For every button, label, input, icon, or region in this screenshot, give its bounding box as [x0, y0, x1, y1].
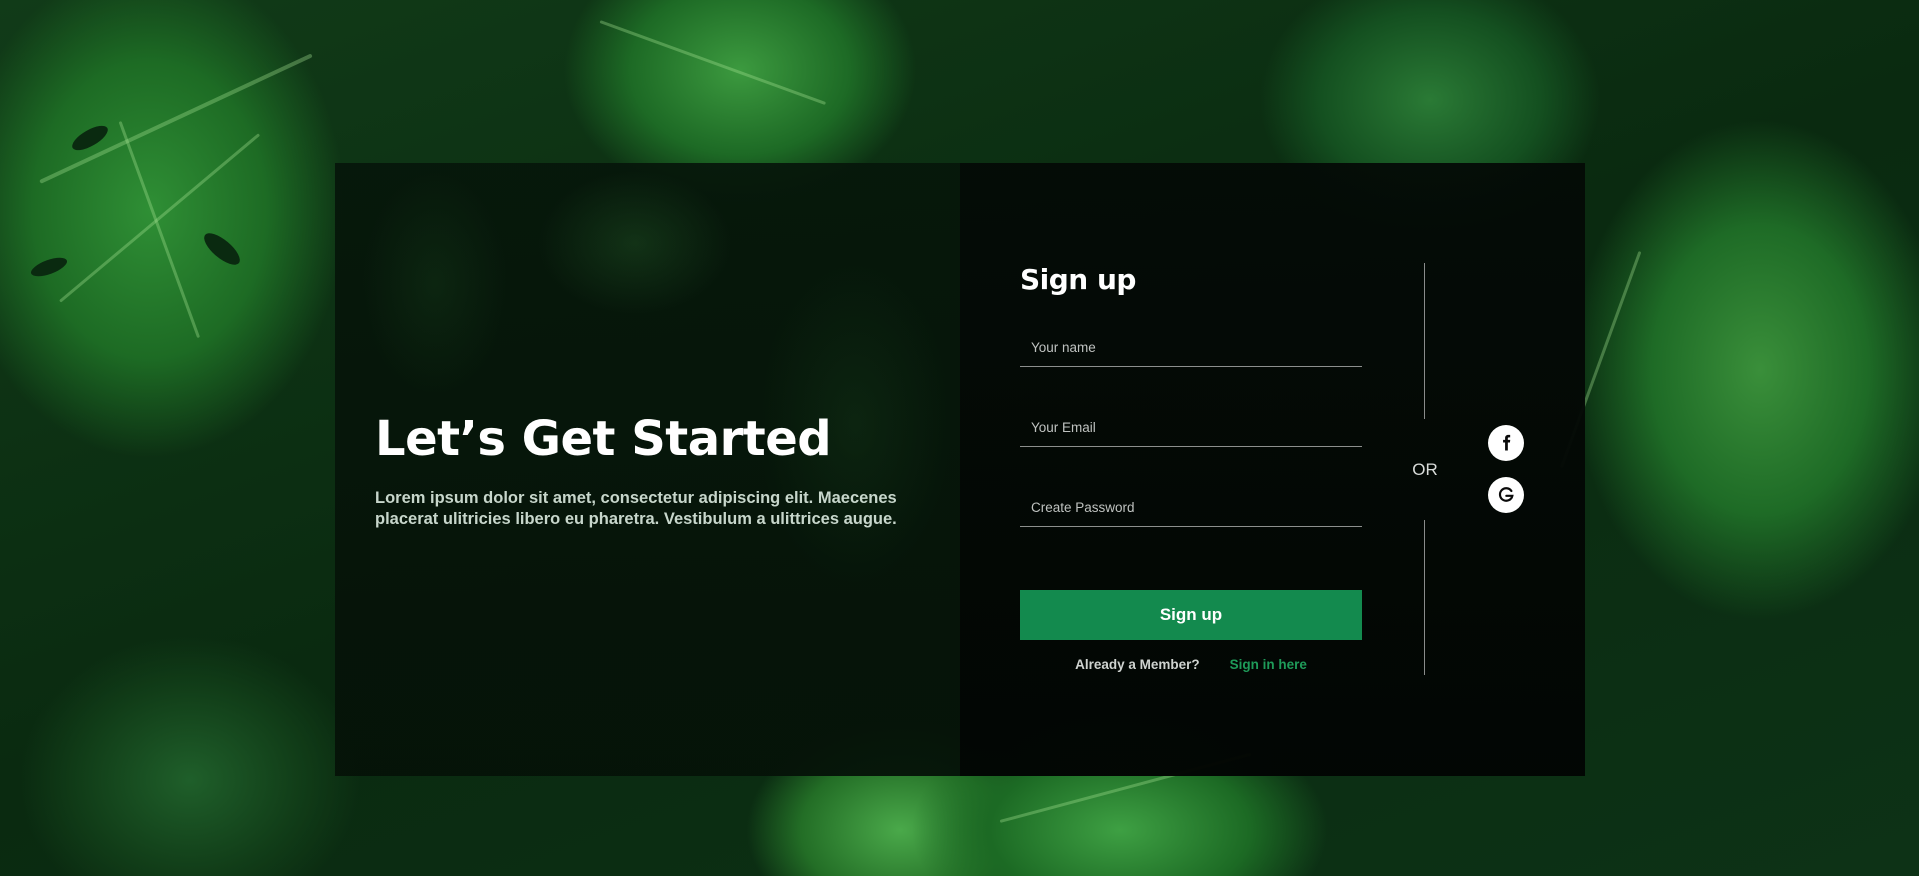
signin-link[interactable]: Sign in here [1230, 657, 1307, 672]
email-field-wrapper [1020, 409, 1362, 447]
form-title: Sign up [1020, 263, 1136, 296]
facebook-icon [1503, 434, 1511, 451]
email-input[interactable] [1020, 409, 1362, 446]
form-panel [960, 163, 1585, 776]
divider-bottom [1424, 520, 1425, 675]
password-input[interactable] [1020, 489, 1362, 526]
password-field-wrapper [1020, 489, 1362, 527]
divider-top [1424, 263, 1425, 419]
hero-description: Lorem ipsum dolor sit amet, consectetur … [375, 489, 897, 528]
hero-title: Let’s Get Started [375, 411, 832, 467]
name-field-wrapper [1020, 329, 1362, 367]
signup-button[interactable]: Sign up [1020, 590, 1362, 640]
facebook-button[interactable] [1488, 425, 1524, 461]
name-input[interactable] [1020, 329, 1362, 366]
or-label: OR [1412, 460, 1438, 479]
already-member-text: Already a Member? [1075, 657, 1200, 672]
google-icon [1498, 487, 1514, 502]
google-button[interactable] [1488, 477, 1524, 513]
signup-card: Let’s Get Started Lorem ipsum dolor sit … [335, 163, 1585, 776]
member-row: Already a Member? Sign in here [1020, 657, 1362, 672]
hero-panel [335, 163, 960, 776]
